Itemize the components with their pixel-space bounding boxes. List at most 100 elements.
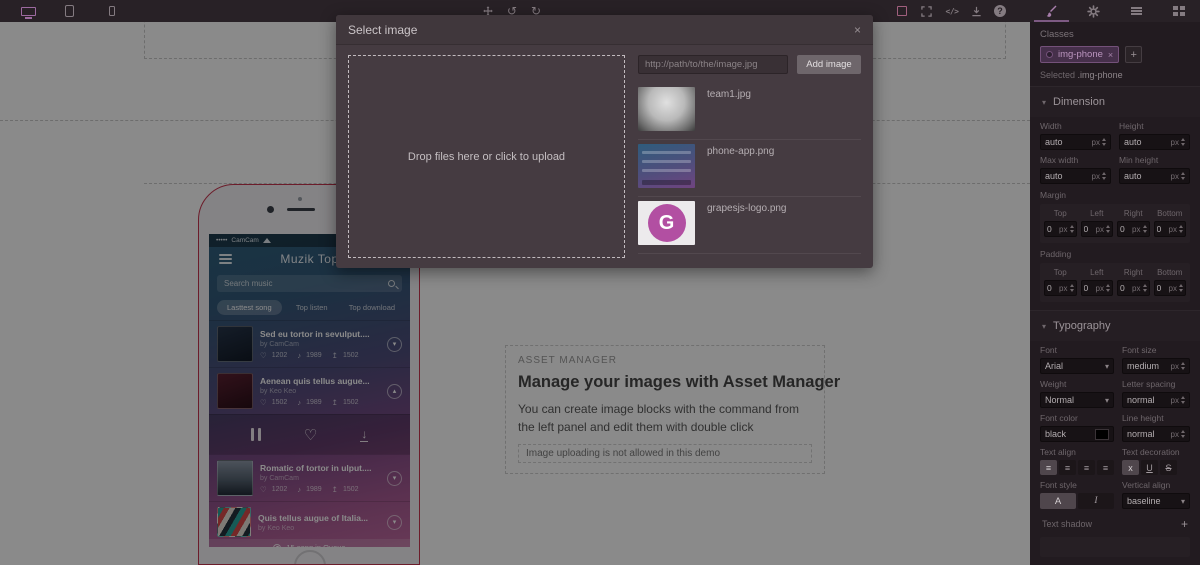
stepper[interactable]: [1102, 138, 1106, 146]
decoration-underline-button[interactable]: U: [1141, 460, 1158, 475]
asset-item[interactable]: G grapesjs-logo.png: [638, 197, 861, 254]
heart-icon: ♡: [260, 484, 267, 494]
weight-select[interactable]: Normal ▾: [1040, 392, 1114, 408]
style-normal-button[interactable]: A: [1040, 493, 1076, 509]
class-chip[interactable]: img-phone ×: [1040, 46, 1120, 63]
margin-left-input[interactable]: 0 px: [1080, 221, 1113, 237]
download-icon[interactable]: ↓: [360, 428, 369, 442]
field-vertical-align: Vertical align baseline ▾: [1122, 480, 1190, 509]
grapesjs-editor: ••••• CamCam 12:02 AM Muzik Top Search m…: [0, 0, 1200, 565]
album-art: [217, 460, 253, 496]
asset-item[interactable]: team1.jpg: [638, 83, 861, 140]
field-label: Width: [1040, 121, 1062, 131]
class-visibility-toggle[interactable]: [1046, 51, 1053, 58]
queue-bar[interactable]: 15 song in Queue: [209, 539, 410, 547]
padding-bottom-input[interactable]: 0 px: [1153, 280, 1186, 296]
add-class-button[interactable]: +: [1125, 46, 1143, 63]
font-color-input[interactable]: black: [1040, 426, 1114, 442]
song-row[interactable]: Sed eu tortor in sevulput.... by CamCam …: [209, 320, 410, 367]
tab-latest-song[interactable]: Lasttest song: [217, 300, 282, 315]
song-row[interactable]: Quis tellus augue of Italia... by Keo Ke…: [209, 501, 410, 539]
stepper[interactable]: [1181, 172, 1185, 180]
section-typography-header[interactable]: ▾ Typography: [1030, 310, 1200, 341]
decoration-strike-button[interactable]: S: [1160, 460, 1177, 475]
asset-manager-section[interactable]: ASSET MANAGER Manage your images with As…: [505, 345, 840, 474]
section-body[interactable]: You can create image blocks with the com…: [518, 400, 812, 436]
help-button[interactable]: ?: [991, 0, 1009, 22]
file-dropzone[interactable]: Drop files here or click to upload: [348, 55, 625, 258]
vertical-align-select[interactable]: baseline ▾: [1122, 493, 1190, 509]
device-desktop-button[interactable]: [16, 0, 40, 22]
song-tabs: Lasttest song Top listen Top download: [209, 296, 410, 320]
margin-label: Margin: [1040, 190, 1066, 200]
field-height: Height auto px: [1119, 121, 1190, 150]
device-tablet-button[interactable]: [58, 0, 80, 22]
font-size-input[interactable]: medium px: [1122, 358, 1190, 374]
font-select[interactable]: Arial ▾: [1040, 358, 1114, 374]
close-icon[interactable]: ×: [854, 23, 861, 37]
heart-icon[interactable]: ♡: [304, 426, 317, 444]
padding-right-input[interactable]: 0 px: [1117, 280, 1150, 296]
align-right-button[interactable]: ≡: [1078, 460, 1095, 475]
song-row[interactable]: Romatic of tortor in ulput.... by CamCam…: [209, 454, 410, 501]
export-code-button[interactable]: </>: [942, 0, 962, 22]
letter-spacing-input[interactable]: normal px: [1122, 392, 1190, 408]
tab-style-manager[interactable]: [1030, 0, 1073, 22]
max-width-input[interactable]: auto px: [1040, 168, 1111, 184]
padding-top-input[interactable]: 0 px: [1044, 280, 1077, 296]
field-letter-spacing: Letter spacing normal px: [1122, 379, 1190, 408]
class-remove-icon[interactable]: ×: [1108, 50, 1113, 60]
min-height-input[interactable]: auto px: [1119, 168, 1190, 184]
song-artist: by CamCam: [260, 340, 299, 348]
field-weight: Weight Normal ▾: [1040, 379, 1114, 408]
section-heading[interactable]: Manage your images with Asset Manager: [518, 373, 840, 392]
tab-settings[interactable]: [1073, 0, 1116, 22]
margin-bottom-input[interactable]: 0 px: [1153, 221, 1186, 237]
tab-top-listen[interactable]: Top listen: [282, 303, 342, 312]
align-center-button[interactable]: ≡: [1059, 460, 1076, 475]
borders-icon: [897, 6, 907, 16]
search-input[interactable]: Search music: [217, 275, 402, 292]
stepper[interactable]: [1102, 172, 1106, 180]
align-left-button[interactable]: ≡: [1040, 460, 1057, 475]
color-swatch[interactable]: [1095, 428, 1109, 440]
image-url-input[interactable]: [638, 55, 788, 74]
expand-button[interactable]: ▾: [387, 470, 402, 486]
fullscreen-icon: [920, 5, 932, 17]
asset-item[interactable]: 1 Section 1/2 Section tmp-blocks.jpg: [638, 254, 861, 258]
tab-top-download[interactable]: Top download: [342, 303, 402, 312]
queue-label: 15 song in Queue: [286, 543, 345, 547]
height-input[interactable]: auto px: [1119, 134, 1190, 150]
style-italic-button[interactable]: I: [1078, 493, 1114, 509]
stepper[interactable]: [1181, 138, 1185, 146]
hamburger-icon[interactable]: [219, 252, 232, 266]
layers-icon: [1130, 5, 1142, 16]
section-note[interactable]: Image uploading is not allowed in this d…: [518, 444, 812, 463]
tab-open-blocks[interactable]: [1158, 0, 1200, 22]
width-input[interactable]: auto px: [1040, 134, 1111, 150]
add-text-shadow-button[interactable]: +: [1181, 517, 1188, 531]
padding-left-input[interactable]: 0 px: [1080, 280, 1113, 296]
pause-icon[interactable]: [250, 428, 261, 441]
toggle-borders-button[interactable]: [893, 0, 911, 22]
expand-button[interactable]: ▾: [387, 514, 402, 530]
add-image-button[interactable]: Add image: [797, 55, 861, 74]
tab-layer-manager[interactable]: [1115, 0, 1158, 22]
margin-top-input[interactable]: 0 px: [1044, 221, 1077, 237]
song-row[interactable]: Aenean quis tellus augue... by Keo Keo ♡…: [209, 367, 410, 414]
margin-right-input[interactable]: 0 px: [1117, 221, 1150, 237]
decoration-none-button[interactable]: x: [1122, 460, 1139, 475]
collapse-button[interactable]: ▴: [387, 383, 402, 399]
section-dimension-header[interactable]: ▾ Dimension: [1030, 86, 1200, 117]
device-mobile-button[interactable]: [102, 0, 122, 22]
play-count: 1989: [306, 398, 322, 406]
asset-item[interactable]: phone-app.png: [638, 140, 861, 197]
fullscreen-button[interactable]: [917, 0, 935, 22]
expand-button[interactable]: ▾: [387, 336, 402, 352]
line-height-input[interactable]: normal px: [1122, 426, 1190, 442]
align-justify-button[interactable]: ≡: [1097, 460, 1114, 475]
import-button[interactable]: [967, 0, 985, 22]
album-art: [217, 507, 251, 537]
song-stats: ♡ 1202 ♪ 1989 ↥ 1502: [260, 351, 380, 360]
song-artist: by Keo Keo: [258, 524, 295, 532]
